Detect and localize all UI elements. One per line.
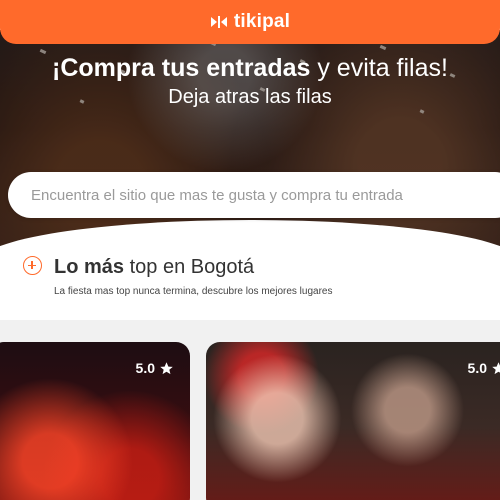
top-bar: tikipal	[0, 0, 500, 44]
hero-title-bold: ¡Compra tus entradas	[52, 54, 311, 82]
rating-value: 5.0	[135, 360, 155, 376]
venue-card[interactable]: 5.0	[0, 342, 190, 500]
rating-badge: 5.0	[468, 360, 500, 376]
logo[interactable]: tikipal	[210, 11, 290, 33]
tikipal-logo-icon	[210, 16, 227, 28]
top-section-header: Lo más top en Bogotá La fiesta mas top n…	[0, 246, 500, 320]
rating-badge: 5.0	[136, 360, 174, 376]
plus-circle-icon	[23, 256, 42, 275]
hero-subtitle: Deja atras las filas	[168, 86, 332, 108]
search-input[interactable]: Encuentra el sitio que mas te gusta y co…	[8, 172, 500, 218]
hero-title-rest: y evita filas!	[310, 54, 448, 82]
section-title: Lo más top en Bogotá	[54, 256, 254, 279]
rating-value: 5.0	[467, 360, 487, 376]
section-description: La fiesta mas top nunca termina, descubr…	[54, 286, 333, 297]
star-icon	[160, 361, 173, 374]
star-icon	[492, 361, 500, 374]
section-title-bold: Lo más	[54, 256, 125, 278]
venue-card[interactable]: 5.0	[206, 342, 500, 500]
hero-title: ¡Compra tus entradas y evita filas!	[0, 54, 500, 83]
logo-text: tikipal	[233, 11, 291, 32]
search-placeholder: Encuentra el sitio que mas te gusta y co…	[31, 186, 403, 204]
section-title-rest: top en Bogotá	[124, 256, 255, 278]
